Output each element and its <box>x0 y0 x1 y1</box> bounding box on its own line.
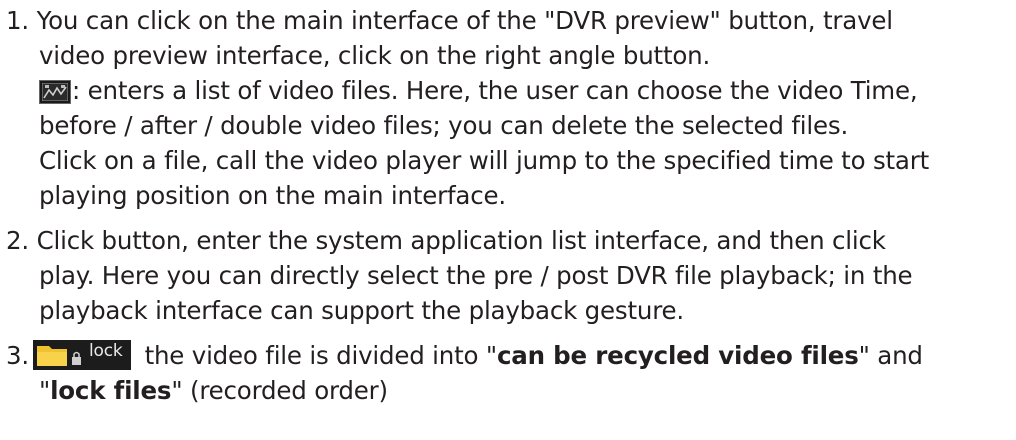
item-3-bold-b: lock files <box>50 376 172 405</box>
folder-lock-icon: lock <box>32 340 131 370</box>
item-1-text-line-3: : enters a list of video files. Here, th… <box>72 76 918 105</box>
item-2-number: 2. <box>6 226 29 255</box>
item-1-text-line-1: You can click on the main interface of t… <box>36 6 893 35</box>
item-1-number: 1. <box>6 6 29 35</box>
item-2-text-line-1: Click button, enter the system applicati… <box>36 226 886 255</box>
item-3-text-a: the video file is divided into " <box>136 341 498 370</box>
item-1-text-line-5: Click on a file, call the video player w… <box>39 146 930 175</box>
item-1-text-line-4: before / after / double video files; you… <box>39 111 849 140</box>
item-3-bold-a: can be recycled video files <box>496 341 859 370</box>
item-3-number: 3. <box>6 341 29 370</box>
item-2-text-line-3: playback interface can support the playb… <box>39 296 684 325</box>
item-2-text-line-2: play. Here you can directly select the p… <box>39 261 913 290</box>
item-3-text-c: " <box>39 376 51 405</box>
instruction-document: 1. You can click on the main interface o… <box>0 0 1016 440</box>
item-1-text-line-2: video preview interface, click on the ri… <box>39 41 711 70</box>
item-1-text-line-6: playing position on the main interface. <box>39 181 506 210</box>
item-2-line-1: 2. Click button, enter the system applic… <box>6 223 886 258</box>
lock-label: lock <box>88 341 123 361</box>
item-3-line-2: "lock files" (recorded order) <box>39 373 388 408</box>
item-3-line-1: 3. lock the video file is divided into "… <box>6 338 923 373</box>
video-list-icon <box>39 80 71 104</box>
item-1-line-3: : enters a list of video files. Here, th… <box>39 73 918 108</box>
item-3-text-b: " and <box>858 341 923 370</box>
item-3-text-d: " (recorded order) <box>171 376 388 405</box>
item-1-line-1: 1. You can click on the main interface o… <box>6 3 893 38</box>
